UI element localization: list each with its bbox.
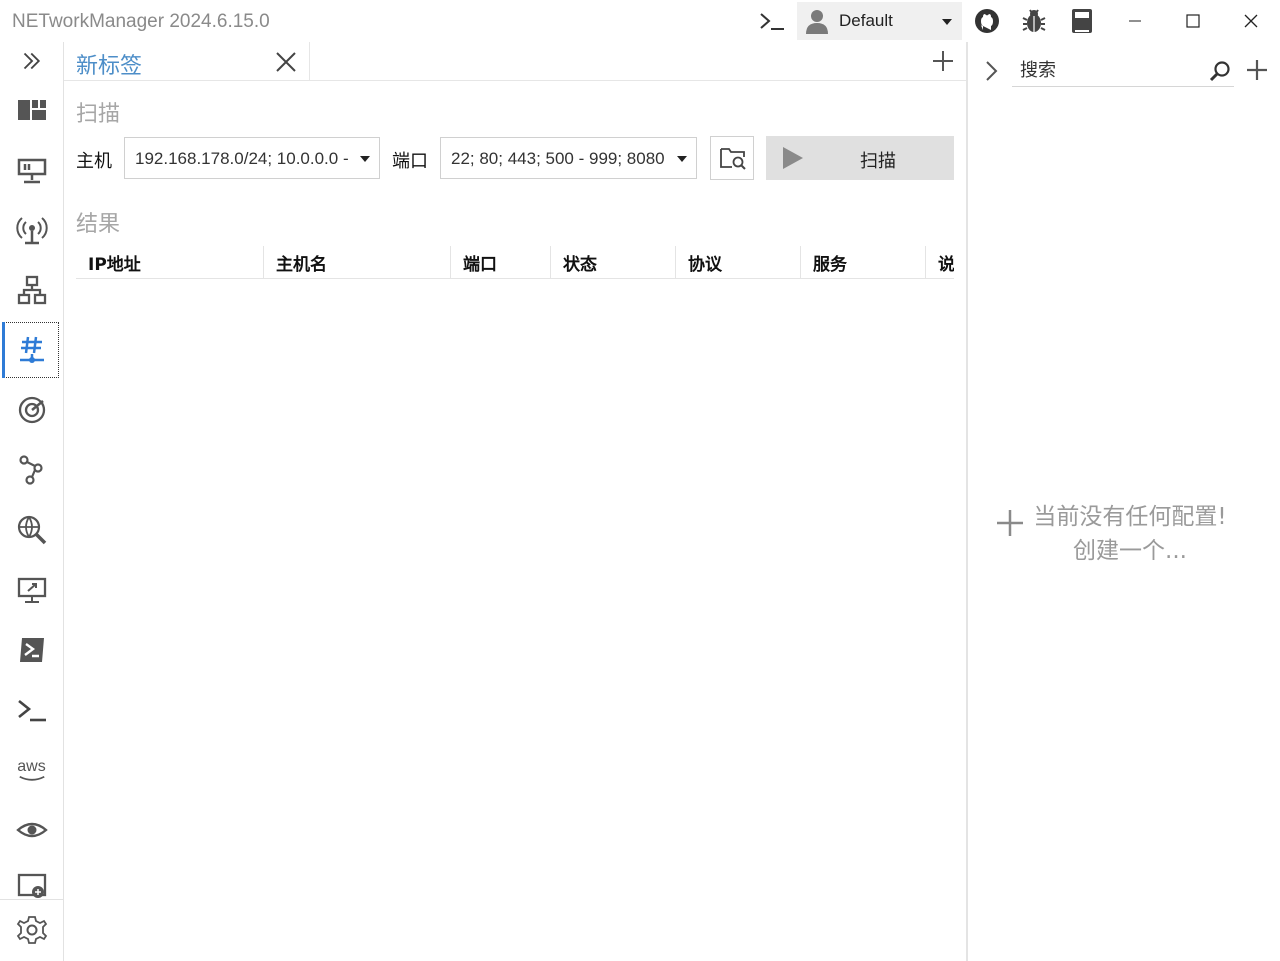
add-tab-icon[interactable]	[932, 50, 954, 72]
chevron-down-icon	[942, 19, 952, 25]
port-combobox[interactable]: 22; 80; 443; 500 - 999; 8080	[440, 137, 697, 179]
putty-icon[interactable]	[4, 682, 59, 738]
results-table-header: IP地址 主机名 端口 状态 协议 服务 说	[76, 246, 954, 279]
dns-lookup-icon[interactable]	[4, 502, 59, 558]
tab-strip: 新标签	[64, 42, 966, 81]
add-icon	[997, 510, 1023, 536]
chevron-down-icon	[677, 156, 687, 162]
dashboard-icon[interactable]	[4, 82, 59, 138]
ping-monitor-icon[interactable]	[4, 382, 59, 438]
port-scanner-icon[interactable]	[2, 322, 59, 378]
port-value: 22; 80; 443; 500 - 999; 8080	[451, 149, 665, 168]
visual-icon[interactable]	[4, 802, 59, 858]
tab-label: 新标签	[76, 54, 143, 79]
profile-name: Default	[839, 11, 893, 30]
close-icon[interactable]	[1232, 0, 1270, 42]
column-header-description[interactable]: 说	[926, 246, 954, 278]
title-bar: NETworkManager 2024.6.15.0 Default	[0, 0, 1280, 42]
remote-desktop-icon[interactable]	[4, 562, 59, 618]
column-header-service[interactable]: 服务	[801, 246, 926, 278]
powershell-icon[interactable]	[4, 622, 59, 678]
add-profile-icon[interactable]	[1246, 59, 1268, 81]
profile-selector[interactable]: Default	[797, 2, 962, 40]
create-profile-prompt[interactable]: 当前没有任何配置! 创建一个...	[996, 497, 1266, 567]
column-header-port[interactable]: 端口	[451, 246, 551, 278]
chevron-right-icon[interactable]	[984, 60, 1000, 82]
chevron-down-icon	[360, 156, 370, 162]
host-label: 主机	[76, 151, 112, 172]
column-header-ip[interactable]: IP地址	[76, 246, 264, 278]
network-interface-icon[interactable]	[4, 142, 59, 198]
host-combobox[interactable]: 192.168.178.0/24; 10.0.0.0 -	[124, 137, 380, 179]
aws-label: aws	[17, 757, 46, 775]
search-icon[interactable]	[1209, 60, 1231, 82]
bug-icon[interactable]	[1015, 0, 1053, 42]
host-value: 192.168.178.0/24; 10.0.0.0 -	[135, 149, 349, 168]
github-icon[interactable]	[968, 0, 1006, 42]
create-one-link[interactable]: 创建一个...	[1032, 531, 1228, 565]
column-header-status[interactable]: 状态	[551, 246, 676, 278]
user-icon	[806, 10, 828, 34]
web-console-icon[interactable]	[4, 862, 59, 900]
folder-search-icon	[720, 148, 746, 170]
results-section-title: 结果	[76, 212, 121, 237]
port-profiles-button[interactable]	[710, 136, 754, 180]
aws-icon[interactable]: aws	[4, 742, 59, 798]
traceroute-icon[interactable]	[4, 442, 59, 498]
profile-search-input[interactable]	[1012, 55, 1234, 87]
play-icon	[783, 147, 803, 169]
app-title: NETworkManager 2024.6.15.0	[12, 11, 270, 32]
scan-section-title: 扫描	[76, 102, 121, 127]
expand-icon[interactable]	[4, 33, 59, 89]
settings-icon[interactable]	[4, 902, 59, 958]
book-icon[interactable]	[1063, 0, 1101, 42]
left-nav: aws	[0, 42, 64, 961]
terminal-icon[interactable]	[752, 0, 792, 42]
no-profiles-message: 当前没有任何配置!	[1033, 504, 1227, 530]
wifi-icon[interactable]	[4, 202, 59, 258]
minimize-icon[interactable]	[1116, 0, 1154, 42]
port-label: 端口	[392, 151, 428, 172]
column-header-hostname[interactable]: 主机名	[264, 246, 451, 278]
scan-button-label: 扫描	[860, 151, 896, 172]
column-header-protocol[interactable]: 协议	[676, 246, 801, 278]
tab-close-icon[interactable]	[275, 51, 297, 73]
scan-button[interactable]: 扫描	[766, 136, 954, 180]
maximize-icon[interactable]	[1174, 0, 1212, 42]
nav-divider	[0, 899, 63, 900]
ip-scanner-icon[interactable]	[4, 262, 59, 318]
tab-new[interactable]: 新标签	[64, 42, 310, 80]
